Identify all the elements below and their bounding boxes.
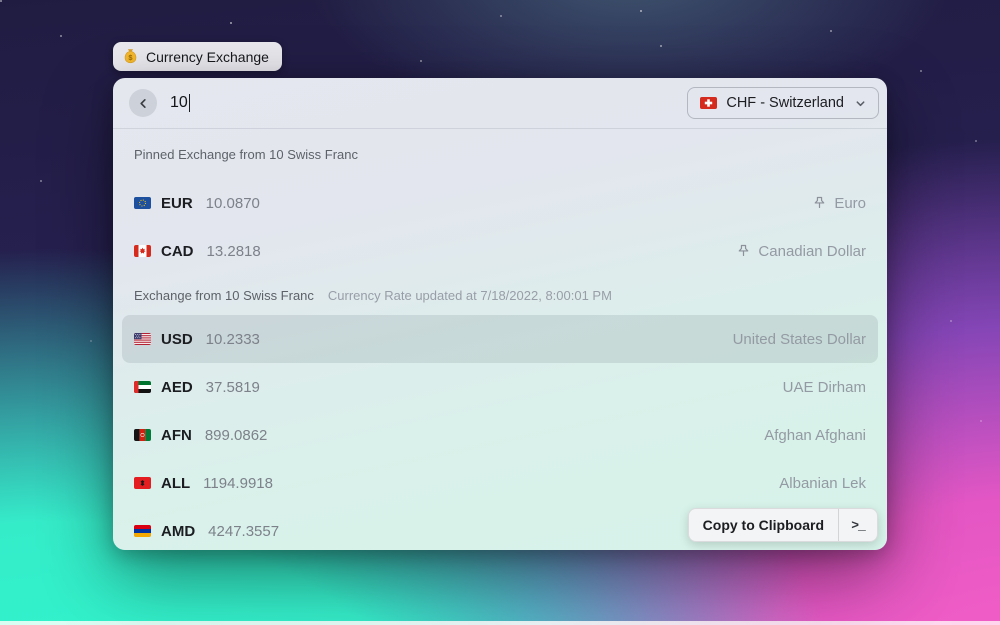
terminal-prompt-icon: >_	[851, 517, 866, 533]
row-accessory: United States Dollar	[733, 331, 866, 348]
section-meta: Currency Rate updated at 7/18/2022, 8:00…	[327, 287, 612, 303]
back-button[interactable]	[129, 89, 157, 117]
actions-menu-button[interactable]: >_	[839, 509, 877, 541]
flag-eu-icon	[134, 197, 151, 209]
exchange-value: 10.2333	[205, 330, 260, 348]
currency-name: United States Dollar	[732, 330, 866, 348]
exchange-row[interactable]: AFN 899.0862 Afghan Afghani	[122, 411, 878, 459]
row-accessory: Afghan Afghani	[764, 427, 866, 444]
chevron-down-icon	[855, 98, 866, 109]
row-accessory: Euro	[812, 195, 866, 212]
currency-name: UAE Dirham	[782, 378, 866, 396]
exchange-row[interactable]: EUR 10.0870 Euro	[122, 179, 878, 227]
currency-dropdown[interactable]: CHF - Switzerland	[687, 87, 879, 119]
chevron-left-icon	[138, 98, 149, 109]
section-title: Pinned Exchange from 10 Swiss Franc	[134, 146, 358, 162]
flag-ch-icon	[700, 97, 718, 109]
results-list: Pinned Exchange from 10 Swiss Franc EUR 10…	[113, 129, 887, 550]
currency-name: Afghan Afghani	[764, 426, 866, 444]
app-title-chip: $ Currency Exchange	[113, 42, 282, 71]
flag-us-icon	[134, 333, 151, 345]
exchange-row[interactable]: ALL 1194.9918 Albanian Lek	[122, 459, 878, 507]
currency-code: CAD	[161, 242, 194, 260]
exchange-value: 13.2818	[206, 242, 261, 260]
exchange-value: 4247.3557	[208, 522, 280, 540]
currency-name: Canadian Dollar	[758, 242, 866, 260]
row-accessory: Canadian Dollar	[736, 243, 866, 260]
money-bag-icon: $	[122, 48, 139, 65]
exchange-value: 10.0870	[205, 194, 260, 212]
currency-code: USD	[161, 330, 193, 348]
currency-name: Euro	[834, 194, 866, 212]
currency-code: AMD	[161, 522, 196, 540]
currency-code: ALL	[161, 474, 191, 492]
search-input-value: 10	[170, 94, 188, 111]
section-title: Exchange from 10 Swiss Franc	[134, 287, 314, 303]
search-input[interactable]: 10	[170, 94, 687, 112]
section-header: Exchange from 10 Swiss Franc Currency Rat…	[122, 275, 878, 315]
currency-code: AED	[161, 378, 193, 396]
currency-name: Albanian Lek	[779, 474, 866, 492]
action-bar: Copy to Clipboard >_	[687, 508, 878, 542]
currency-code: EUR	[161, 194, 193, 212]
exchange-value: 899.0862	[204, 426, 268, 444]
row-accessory: Albanian Lek	[779, 475, 866, 492]
copy-to-clipboard-button[interactable]: Copy to Clipboard	[689, 509, 838, 541]
exchange-row[interactable]: AED 37.5819 UAE Dirham	[122, 363, 878, 411]
bottom-edge-strip	[0, 621, 1000, 625]
flag-ca-icon	[134, 245, 151, 257]
flag-am-icon	[134, 525, 151, 537]
row-accessory: UAE Dirham	[783, 379, 866, 396]
app-title: Currency Exchange	[146, 48, 269, 65]
exchange-value: 37.5819	[205, 378, 260, 396]
exchange-row[interactable]: CAD 13.2818 Canadian Dollar	[122, 227, 878, 275]
flag-al-icon	[134, 477, 151, 489]
search-bar: 10 CHF - Switzerland	[113, 78, 887, 129]
dropdown-label: CHF - Switzerland	[726, 95, 844, 111]
flag-af-icon	[134, 429, 151, 441]
currency-code: AFN	[161, 426, 192, 444]
flag-ae-icon	[134, 381, 151, 393]
exchange-row[interactable]: USD 10.2333 United States Dollar	[122, 315, 878, 363]
pin-icon	[812, 196, 827, 211]
stars-decoration	[0, 0, 2, 2]
currency-exchange-window: 10 CHF - Switzerland Pinned Exchange fro…	[113, 78, 887, 550]
pin-icon	[736, 244, 751, 259]
text-caret	[188, 94, 191, 112]
exchange-value: 1194.9918	[203, 474, 273, 492]
section-header: Pinned Exchange from 10 Swiss Franc	[122, 129, 878, 179]
